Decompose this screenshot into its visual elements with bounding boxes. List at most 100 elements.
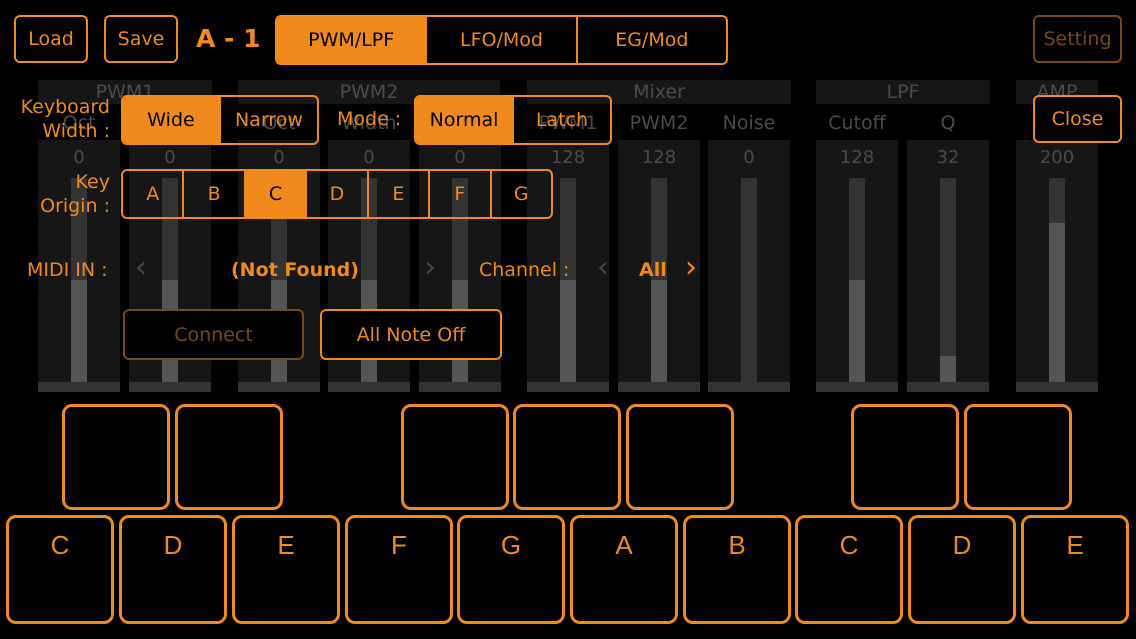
strip-footer (38, 382, 120, 392)
white-key[interactable]: E (232, 515, 340, 624)
setting-button[interactable]: Setting (1033, 15, 1122, 63)
strip-footer (1016, 382, 1098, 392)
strip-value: 0 (454, 147, 466, 168)
key-label: F (391, 530, 407, 560)
strip-value: 0 (73, 147, 85, 168)
key-label: C (839, 530, 859, 560)
strip-value: 128 (641, 147, 677, 168)
width-option-wide[interactable]: Wide (123, 97, 219, 143)
tab-lfo-mod[interactable]: LFO/Mod (425, 17, 575, 63)
strip-footer (129, 382, 211, 392)
key-label: D (952, 530, 972, 560)
mode-selector: Normal Latch (414, 95, 612, 145)
strip-footer (708, 382, 790, 392)
strip-footer (527, 382, 609, 392)
key-origin-label-line2: Origin : (40, 195, 110, 217)
connect-button[interactable]: Connect (123, 309, 304, 360)
strip-value: 0 (164, 147, 176, 168)
main-tabs: PWM/LPF LFO/Mod EG/Mod (275, 15, 728, 65)
midi-prev-chevron-icon[interactable]: ‹ (135, 250, 147, 285)
slider-fill (849, 280, 865, 382)
mode-option-latch[interactable]: Latch (512, 97, 610, 143)
save-button[interactable]: Save (104, 15, 178, 63)
key-label: E (277, 530, 295, 560)
strip-value: 128 (550, 147, 586, 168)
key-origin-f[interactable]: F (428, 171, 489, 217)
midi-in-label: MIDI IN : (27, 259, 108, 281)
key-origin-label: Key Origin : (18, 170, 110, 218)
slider-track[interactable] (1049, 178, 1065, 382)
key-origin-a[interactable]: A (123, 171, 182, 217)
strip-footer (238, 382, 320, 392)
key-label: C (50, 530, 70, 560)
strip-value: 0 (363, 147, 375, 168)
channel-prev-chevron-icon[interactable]: ‹ (597, 250, 609, 285)
tab-eg-mod[interactable]: EG/Mod (575, 17, 726, 63)
white-key[interactable]: C (795, 515, 903, 624)
channel-label: Channel : (479, 259, 570, 281)
white-key[interactable]: C (6, 515, 114, 624)
slider-track[interactable] (741, 178, 757, 382)
keyboard-width-label: Keyboard Width : (18, 95, 110, 143)
white-key[interactable]: D (908, 515, 1016, 624)
tab-pwm-lpf[interactable]: PWM/LPF (277, 17, 426, 63)
patch-name: A - 1 (196, 24, 261, 53)
slider-fill (560, 280, 576, 382)
mode-label: Mode : (337, 108, 402, 130)
strip-value: 128 (839, 147, 875, 168)
key-label: G (500, 530, 522, 560)
key-origin-e[interactable]: E (366, 171, 428, 217)
midi-in-value: (Not Found) (231, 259, 359, 281)
strip-footer (328, 382, 410, 392)
black-key[interactable] (851, 404, 959, 510)
black-key[interactable] (62, 404, 170, 510)
white-key[interactable]: A (570, 515, 678, 624)
slider-fill (940, 356, 956, 382)
key-origin-selector: A B C D E F G (121, 169, 553, 219)
mode-option-normal[interactable]: Normal (416, 97, 512, 143)
close-button[interactable]: Close (1033, 95, 1122, 143)
load-button[interactable]: Load (14, 15, 88, 63)
key-label: B (728, 530, 746, 560)
black-key[interactable] (401, 404, 509, 510)
black-key[interactable] (964, 404, 1072, 510)
keyboard-width-label-line1: Keyboard (20, 96, 110, 118)
strip-label: Q (940, 112, 956, 134)
strip-value: 200 (1039, 147, 1075, 168)
strip-value: 0 (273, 147, 285, 168)
white-key[interactable]: B (683, 515, 791, 624)
midi-next-chevron-icon[interactable]: › (424, 250, 436, 285)
strip-label: Cutoff (828, 112, 886, 134)
key-origin-c[interactable]: C (243, 171, 306, 217)
strip-label: Noise (722, 112, 776, 134)
keyboard-width-label-line2: Width : (42, 120, 110, 142)
black-key[interactable] (626, 404, 734, 510)
slider-track[interactable] (940, 178, 956, 382)
white-key[interactable]: E (1021, 515, 1129, 624)
white-key[interactable]: F (345, 515, 453, 624)
strip-footer (618, 382, 700, 392)
channel-value: All (639, 259, 667, 281)
slider-track[interactable] (849, 178, 865, 382)
keyboard-width-selector: Wide Narrow (121, 95, 319, 145)
slider-fill (71, 280, 87, 382)
key-origin-d[interactable]: D (305, 171, 366, 217)
key-label: D (163, 530, 183, 560)
key-origin-g[interactable]: G (489, 171, 551, 217)
all-note-off-button[interactable]: All Note Off (320, 309, 502, 360)
black-key[interactable] (513, 404, 621, 510)
channel-next-chevron-icon[interactable]: › (685, 250, 697, 285)
key-origin-label-line1: Key (75, 171, 110, 193)
white-key[interactable]: D (119, 515, 227, 624)
strip-value: 0 (743, 147, 755, 168)
key-label: A (615, 530, 633, 560)
strip-footer (907, 382, 989, 392)
strip-value: 32 (936, 147, 960, 168)
black-key[interactable] (175, 404, 283, 510)
white-key[interactable]: G (457, 515, 565, 624)
key-label: E (1066, 530, 1084, 560)
slider-fill (1049, 223, 1065, 382)
width-option-narrow[interactable]: Narrow (219, 97, 317, 143)
key-origin-b[interactable]: B (182, 171, 243, 217)
strip-label: PWM2 (629, 112, 689, 134)
